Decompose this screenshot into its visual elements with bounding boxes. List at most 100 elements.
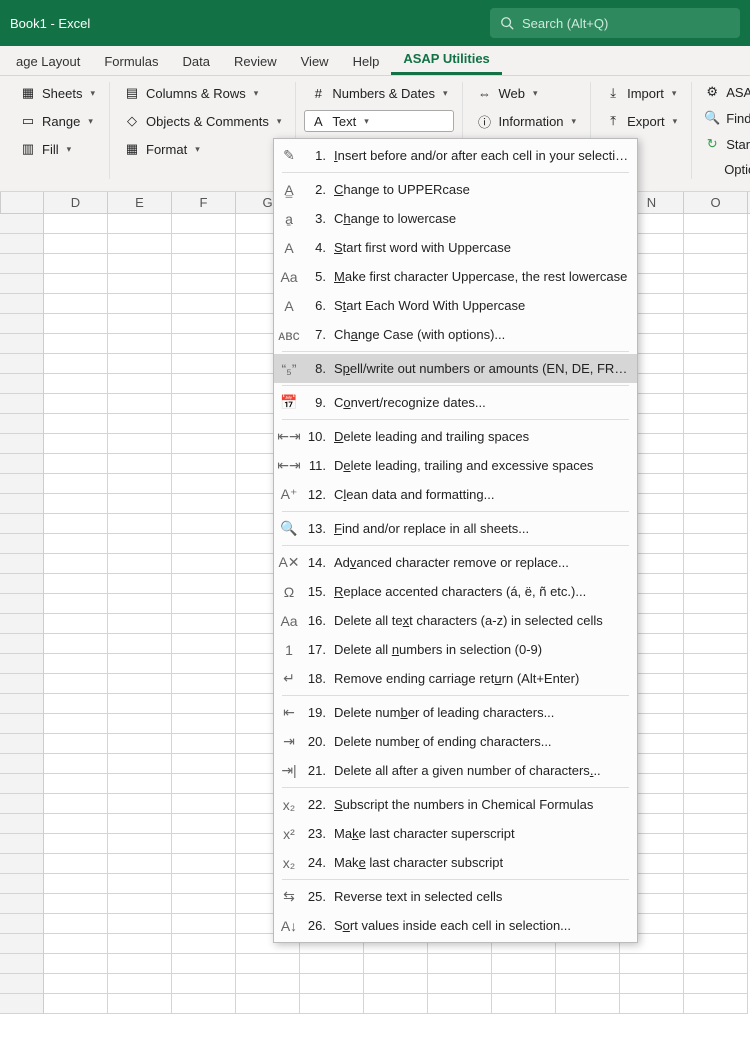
cell[interactable] [684, 214, 748, 234]
cell[interactable] [684, 554, 748, 574]
cell[interactable] [172, 514, 236, 534]
cell[interactable] [172, 794, 236, 814]
menu-item-8[interactable]: “₅”8.Spell/write out numbers or amounts … [274, 354, 637, 383]
cell[interactable] [108, 614, 172, 634]
cell[interactable] [44, 294, 108, 314]
tab-view[interactable]: View [289, 48, 341, 75]
cell[interactable] [0, 934, 44, 954]
cell[interactable] [0, 654, 44, 674]
columns-rows-button[interactable]: ▤Columns & Rows▾ [118, 82, 287, 104]
cell[interactable] [0, 334, 44, 354]
cell[interactable] [44, 614, 108, 634]
cell[interactable] [684, 374, 748, 394]
cell[interactable] [108, 854, 172, 874]
cell[interactable] [108, 394, 172, 414]
cell[interactable] [684, 254, 748, 274]
cell[interactable] [684, 514, 748, 534]
cell[interactable] [0, 454, 44, 474]
cell[interactable] [172, 954, 236, 974]
cell[interactable] [172, 854, 236, 874]
cell[interactable] [44, 954, 108, 974]
column-header[interactable]: O [684, 192, 748, 213]
cell[interactable] [44, 534, 108, 554]
cell[interactable] [172, 654, 236, 674]
cell[interactable] [172, 374, 236, 394]
cell[interactable] [44, 494, 108, 514]
cell[interactable] [300, 994, 364, 1014]
cell[interactable] [684, 734, 748, 754]
cell[interactable] [0, 294, 44, 314]
cell[interactable] [0, 894, 44, 914]
cell[interactable] [620, 954, 684, 974]
cell[interactable] [0, 794, 44, 814]
cell[interactable] [44, 554, 108, 574]
cell[interactable] [108, 534, 172, 554]
cell[interactable] [0, 594, 44, 614]
tab-formulas[interactable]: Formulas [92, 48, 170, 75]
cell[interactable] [108, 794, 172, 814]
cell[interactable] [620, 974, 684, 994]
cell[interactable] [108, 914, 172, 934]
cell[interactable] [0, 214, 44, 234]
cell[interactable] [0, 494, 44, 514]
cell[interactable] [684, 914, 748, 934]
cell[interactable] [0, 354, 44, 374]
cell[interactable] [44, 434, 108, 454]
cell[interactable] [108, 334, 172, 354]
tab-data[interactable]: Data [171, 48, 222, 75]
numbers-dates-button[interactable]: #Numbers & Dates▾ [304, 82, 453, 104]
cell[interactable] [172, 334, 236, 354]
cell[interactable] [684, 894, 748, 914]
cell[interactable] [172, 714, 236, 734]
cell[interactable] [172, 574, 236, 594]
tab-age-layout[interactable]: age Layout [4, 48, 92, 75]
cell[interactable] [0, 994, 44, 1014]
cell[interactable] [44, 834, 108, 854]
cell[interactable] [0, 474, 44, 494]
cell[interactable] [44, 654, 108, 674]
cell[interactable] [0, 854, 44, 874]
cell[interactable] [0, 574, 44, 594]
menu-item-4[interactable]: A4.Start first word with Uppercase [274, 233, 637, 262]
cell[interactable] [172, 634, 236, 654]
menu-item-21[interactable]: ⇥|21.Delete all after a given number of … [274, 756, 637, 785]
cell[interactable] [684, 414, 748, 434]
cell[interactable] [684, 234, 748, 254]
cell[interactable] [108, 494, 172, 514]
menu-item-12[interactable]: A⁺12.Clean data and formatting... [274, 480, 637, 509]
cell[interactable] [0, 714, 44, 734]
cell[interactable] [172, 834, 236, 854]
menu-item-7[interactable]: ᴀʙᴄ7.Change Case (with options)... [274, 320, 637, 349]
menu-item-23[interactable]: x²23.Make last character superscript [274, 819, 637, 848]
cell[interactable] [172, 874, 236, 894]
cell[interactable] [684, 714, 748, 734]
cell[interactable] [108, 434, 172, 454]
cell[interactable] [108, 894, 172, 914]
cell[interactable] [108, 414, 172, 434]
cell[interactable] [0, 234, 44, 254]
cell[interactable] [0, 754, 44, 774]
cell[interactable] [44, 934, 108, 954]
column-header[interactable]: F [172, 192, 236, 213]
cell[interactable] [44, 994, 108, 1014]
cell[interactable] [172, 234, 236, 254]
cell[interactable] [0, 254, 44, 274]
cell[interactable] [0, 834, 44, 854]
menu-item-16[interactable]: Aa16.Delete all text characters (a-z) in… [274, 606, 637, 635]
sheets-button[interactable]: ▦Sheets▾ [14, 82, 101, 104]
cell[interactable] [0, 694, 44, 714]
column-header[interactable]: D [44, 192, 108, 213]
tab-asap-utilities[interactable]: ASAP Utilities [391, 45, 501, 75]
cell[interactable] [684, 274, 748, 294]
cell[interactable] [108, 714, 172, 734]
menu-item-26[interactable]: A↓26.Sort values inside each cell in sel… [274, 911, 637, 940]
cell[interactable] [684, 534, 748, 554]
find-run-link[interactable]: 🔍Find and run a [700, 108, 750, 128]
cell[interactable] [172, 914, 236, 934]
cell[interactable] [0, 674, 44, 694]
cell[interactable] [0, 554, 44, 574]
cell[interactable] [108, 474, 172, 494]
tab-review[interactable]: Review [222, 48, 289, 75]
cell[interactable] [44, 974, 108, 994]
cell[interactable] [172, 774, 236, 794]
